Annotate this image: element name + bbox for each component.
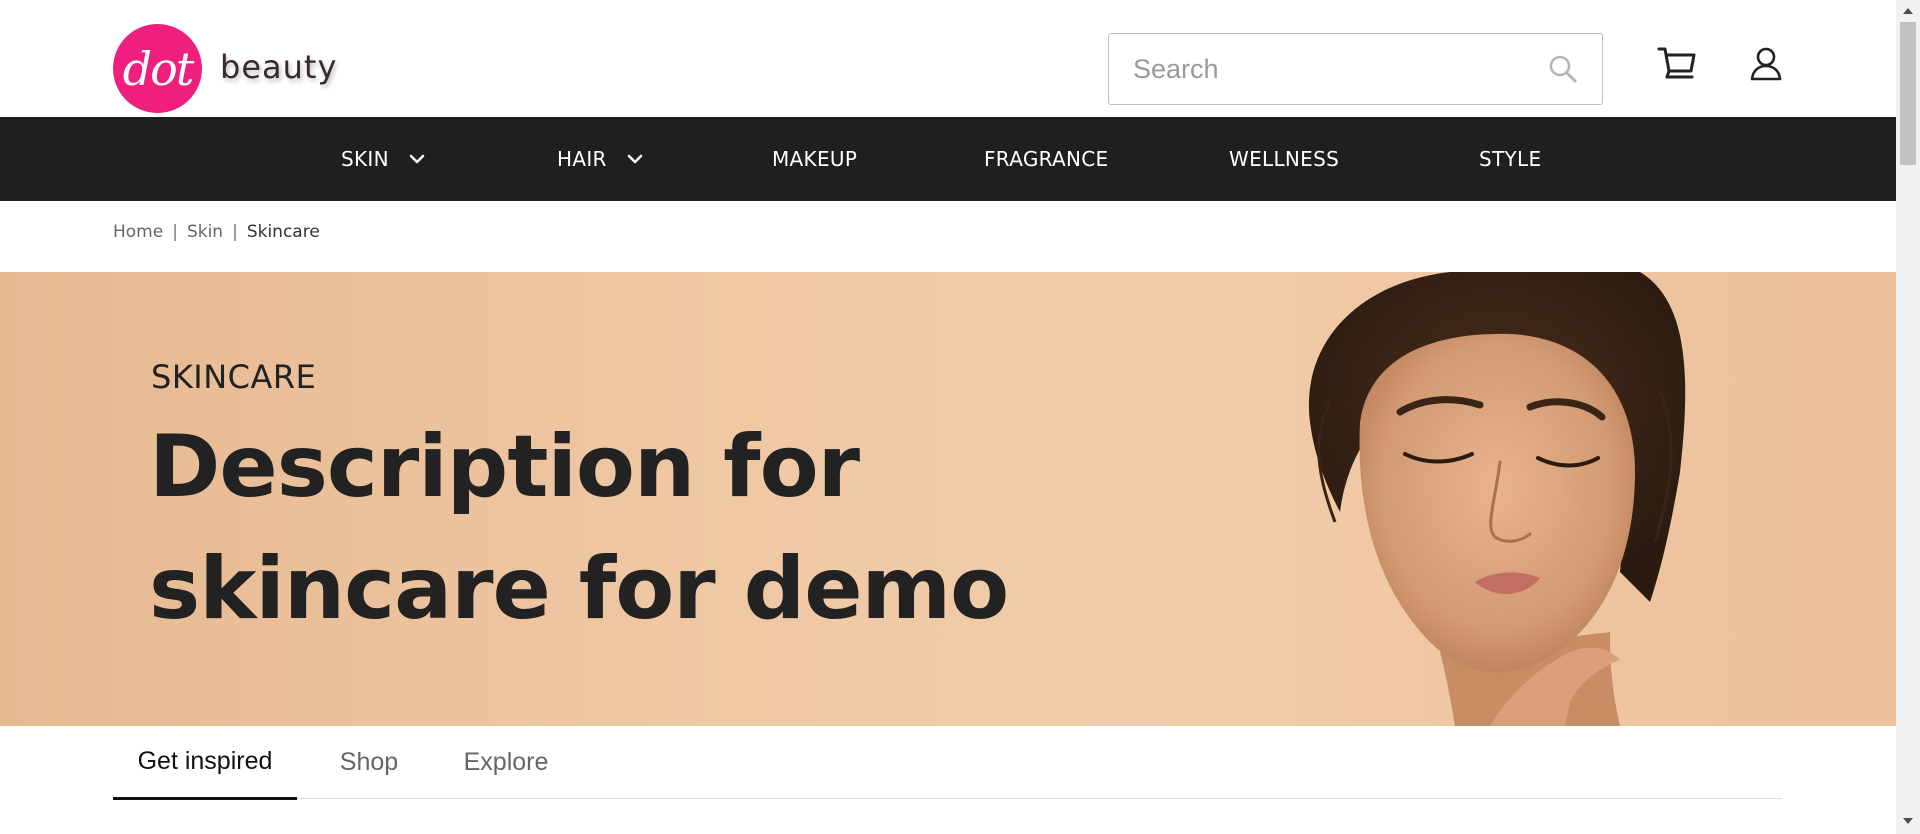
brand-logo[interactable]: dot beauty — [113, 24, 337, 113]
hero-eyebrow: SKINCARE — [151, 358, 317, 396]
breadcrumb-separator: | — [172, 222, 178, 242]
tab-shop[interactable]: Shop — [319, 726, 419, 799]
search-input[interactable] — [1109, 34, 1529, 104]
site-header: dot beauty — [0, 0, 1896, 117]
tab-explore[interactable]: Explore — [448, 726, 564, 799]
nav-item-wellness[interactable]: WELLNESS — [1229, 117, 1339, 201]
nav-label: HAIR — [557, 147, 607, 171]
chevron-down-icon — [627, 154, 642, 164]
main-nav: SKIN HAIR MAKEUP FRAGRANCE WELLNESS STYL… — [0, 117, 1896, 201]
scroll-up-arrow-icon[interactable] — [1903, 8, 1913, 14]
nav-label: FRAGRANCE — [984, 147, 1109, 171]
nav-item-skin[interactable]: SKIN — [341, 117, 425, 201]
nav-item-fragrance[interactable]: FRAGRANCE — [984, 117, 1108, 201]
nav-item-hair[interactable]: HAIR — [557, 117, 643, 201]
scroll-thumb[interactable] — [1900, 22, 1916, 165]
nav-label: SKIN — [341, 147, 389, 171]
hero-banner: SKINCARE Description for skincare for de… — [0, 272, 1896, 726]
nav-label: STYLE — [1479, 147, 1542, 171]
content-tabs: Get inspired Shop Explore — [113, 726, 1782, 800]
hero-model-image — [1308, 272, 1686, 726]
nav-item-style[interactable]: STYLE — [1479, 117, 1541, 201]
nav-label: WELLNESS — [1229, 147, 1340, 171]
chevron-down-icon — [409, 154, 425, 164]
scroll-down-arrow-icon[interactable] — [1903, 818, 1913, 824]
hero-title: Description for skincare for demo — [149, 417, 1009, 639]
search-box — [1108, 33, 1603, 105]
tab-get-inspired[interactable]: Get inspired — [113, 726, 297, 800]
logo-text: beauty — [220, 47, 338, 86]
cart-icon[interactable] — [1657, 46, 1697, 82]
breadcrumb-skin[interactable]: Skin — [187, 222, 223, 242]
page-scrollbar[interactable] — [1896, 0, 1920, 834]
logo-mark: dot — [113, 24, 202, 113]
user-icon[interactable] — [1750, 46, 1782, 82]
nav-label: MAKEUP — [772, 147, 858, 171]
breadcrumb-home[interactable]: Home — [113, 222, 163, 242]
breadcrumb-separator: | — [232, 222, 238, 242]
breadcrumb-current: Skincare — [246, 222, 320, 242]
search-icon[interactable] — [1548, 54, 1578, 84]
nav-item-makeup[interactable]: MAKEUP — [772, 117, 857, 201]
breadcrumb: Home | Skin | Skincare — [113, 222, 320, 242]
